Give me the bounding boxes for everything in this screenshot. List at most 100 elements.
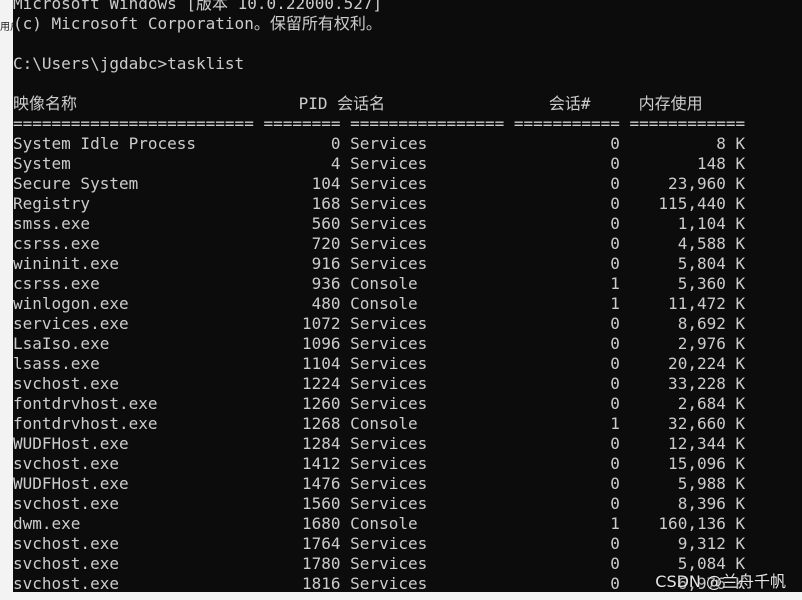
process-row: LsaIso.exe 1096 Services 0 2,976 K <box>13 334 802 354</box>
background-window-text: 用户 <box>0 22 13 33</box>
process-session-num: 0 <box>504 174 620 193</box>
process-pid: 916 <box>253 254 341 273</box>
header-copyright-line: (c) Microsoft Corporation。保留所有权利。 <box>13 14 382 33</box>
process-row: WUDFHost.exe 1476 Services 0 5,988 K <box>13 474 802 494</box>
process-session-name: Services <box>340 154 505 173</box>
process-name: winlogon.exe <box>13 294 254 313</box>
process-pid: 1224 <box>253 374 341 393</box>
process-pid: 168 <box>253 194 341 213</box>
process-pid: 1096 <box>253 334 341 353</box>
process-session-name: Services <box>340 234 505 253</box>
process-row: fontdrvhost.exe 1260 Services 0 2,684 K <box>13 394 802 414</box>
process-row: System Idle Process 0 Services 0 8 K <box>13 134 802 154</box>
process-session-num: 0 <box>504 494 620 513</box>
screenshot-page: 用户 Microsoft Windows [版本 10.0.22000.527]… <box>0 0 802 600</box>
process-pid: 1412 <box>253 454 341 473</box>
process-session-num: 0 <box>504 254 620 273</box>
process-pid: 720 <box>253 234 341 253</box>
process-mem-usage: 148 K <box>619 154 746 173</box>
process-row: svchost.exe 1224 Services 0 33,228 K <box>13 374 802 394</box>
process-mem-usage: 1,104 K <box>619 214 746 233</box>
process-pid: 1816 <box>253 574 341 592</box>
process-pid: 1260 <box>253 394 341 413</box>
process-session-name: Services <box>340 494 505 513</box>
process-mem-usage: 15,096 K <box>619 454 746 473</box>
process-row: csrss.exe 720 Services 0 4,588 K <box>13 234 802 254</box>
process-row: lsass.exe 1104 Services 0 20,224 K <box>13 354 802 374</box>
process-mem-usage: 5,988 K <box>619 474 746 493</box>
process-mem-usage: 8 K <box>619 134 746 153</box>
process-session-num: 0 <box>504 194 620 213</box>
process-mem-usage: 115,440 K <box>619 194 746 213</box>
header-version-line: Microsoft Windows [版本 10.0.22000.527] <box>13 0 383 13</box>
process-mem-usage: 2,684 K <box>619 394 746 413</box>
process-pid: 1284 <box>253 434 341 453</box>
process-name: svchost.exe <box>13 454 254 473</box>
process-name: WUDFHost.exe <box>13 434 254 453</box>
process-list: System Idle Process 0 Services 0 8 K Syst… <box>13 134 802 592</box>
process-mem-usage: 12,344 K <box>619 434 746 453</box>
process-session-name: Services <box>340 254 505 273</box>
process-session-name: Console <box>340 414 505 433</box>
process-name: smss.exe <box>13 214 254 233</box>
process-name: fontdrvhost.exe <box>13 394 254 413</box>
process-mem-usage: 5,804 K <box>619 254 746 273</box>
background-window-strip: 用户 <box>0 0 13 600</box>
process-pid: 1476 <box>253 474 341 493</box>
process-mem-usage: 33,228 K <box>619 374 746 393</box>
process-row: csrss.exe 936 Console 1 5,360 K <box>13 274 802 294</box>
process-row: fontdrvhost.exe 1268 Console 1 32,660 K <box>13 414 802 434</box>
process-mem-usage: 32,660 K <box>619 414 746 433</box>
process-row: services.exe 1072 Services 0 8,692 K <box>13 314 802 334</box>
process-name: csrss.exe <box>13 274 254 293</box>
process-session-num: 0 <box>504 574 620 592</box>
process-session-name: Services <box>340 374 505 393</box>
process-mem-usage: 11,472 K <box>619 294 746 313</box>
process-session-num: 1 <box>504 294 620 313</box>
process-row: svchost.exe 1412 Services 0 15,096 K <box>13 454 802 474</box>
process-name: svchost.exe <box>13 494 254 513</box>
process-session-num: 1 <box>504 414 620 433</box>
process-row: WUDFHost.exe 1284 Services 0 12,344 K <box>13 434 802 454</box>
process-row: dwm.exe 1680 Console 1 160,136 K <box>13 514 802 534</box>
col-session-name-header: 会话名 <box>327 94 482 113</box>
background-page-strip <box>13 592 802 600</box>
process-session-name: Console <box>340 514 505 533</box>
process-pid: 1072 <box>253 314 341 333</box>
process-session-name: Services <box>340 334 505 353</box>
process-session-num: 0 <box>504 454 620 473</box>
process-pid: 1680 <box>253 514 341 533</box>
process-mem-usage: 5,360 K <box>619 274 746 293</box>
process-name: WUDFHost.exe <box>13 474 254 493</box>
process-session-num: 0 <box>504 134 620 153</box>
process-session-num: 0 <box>504 154 620 173</box>
process-session-num: 0 <box>504 474 620 493</box>
process-session-name: Services <box>340 574 505 592</box>
process-session-num: 0 <box>504 214 620 233</box>
command-prompt-line[interactable]: C:\Users\jgdabc>tasklist <box>13 54 802 74</box>
col-mem-usage-header: 内存使用 <box>590 94 703 113</box>
process-name: System <box>13 154 254 173</box>
process-session-num: 1 <box>504 274 620 293</box>
cmd-terminal-window[interactable]: Microsoft Windows [版本 10.0.22000.527] (c… <box>13 0 802 592</box>
process-session-name: Services <box>340 394 505 413</box>
process-name: services.exe <box>13 314 254 333</box>
process-session-num: 0 <box>504 534 620 553</box>
col-image-name-header: 映像名称 <box>13 94 241 113</box>
process-row: Registry 168 Services 0 115,440 K <box>13 194 802 214</box>
process-session-name: Services <box>340 554 505 573</box>
process-mem-usage: 8,396 K <box>619 494 746 513</box>
column-header-line: 映像名称 PID 会话名 会话# 内存使用 <box>13 94 802 114</box>
process-pid: 1560 <box>253 494 341 513</box>
process-pid: 1780 <box>253 554 341 573</box>
process-row: smss.exe 560 Services 0 1,104 K <box>13 214 802 234</box>
process-session-num: 0 <box>504 554 620 573</box>
process-session-name: Services <box>340 194 505 213</box>
process-session-num: 0 <box>504 354 620 373</box>
process-name: svchost.exe <box>13 554 254 573</box>
process-session-num: 0 <box>504 234 620 253</box>
process-session-name: Services <box>340 354 505 373</box>
process-session-name: Services <box>340 314 505 333</box>
process-mem-usage: 20,224 K <box>619 354 746 373</box>
